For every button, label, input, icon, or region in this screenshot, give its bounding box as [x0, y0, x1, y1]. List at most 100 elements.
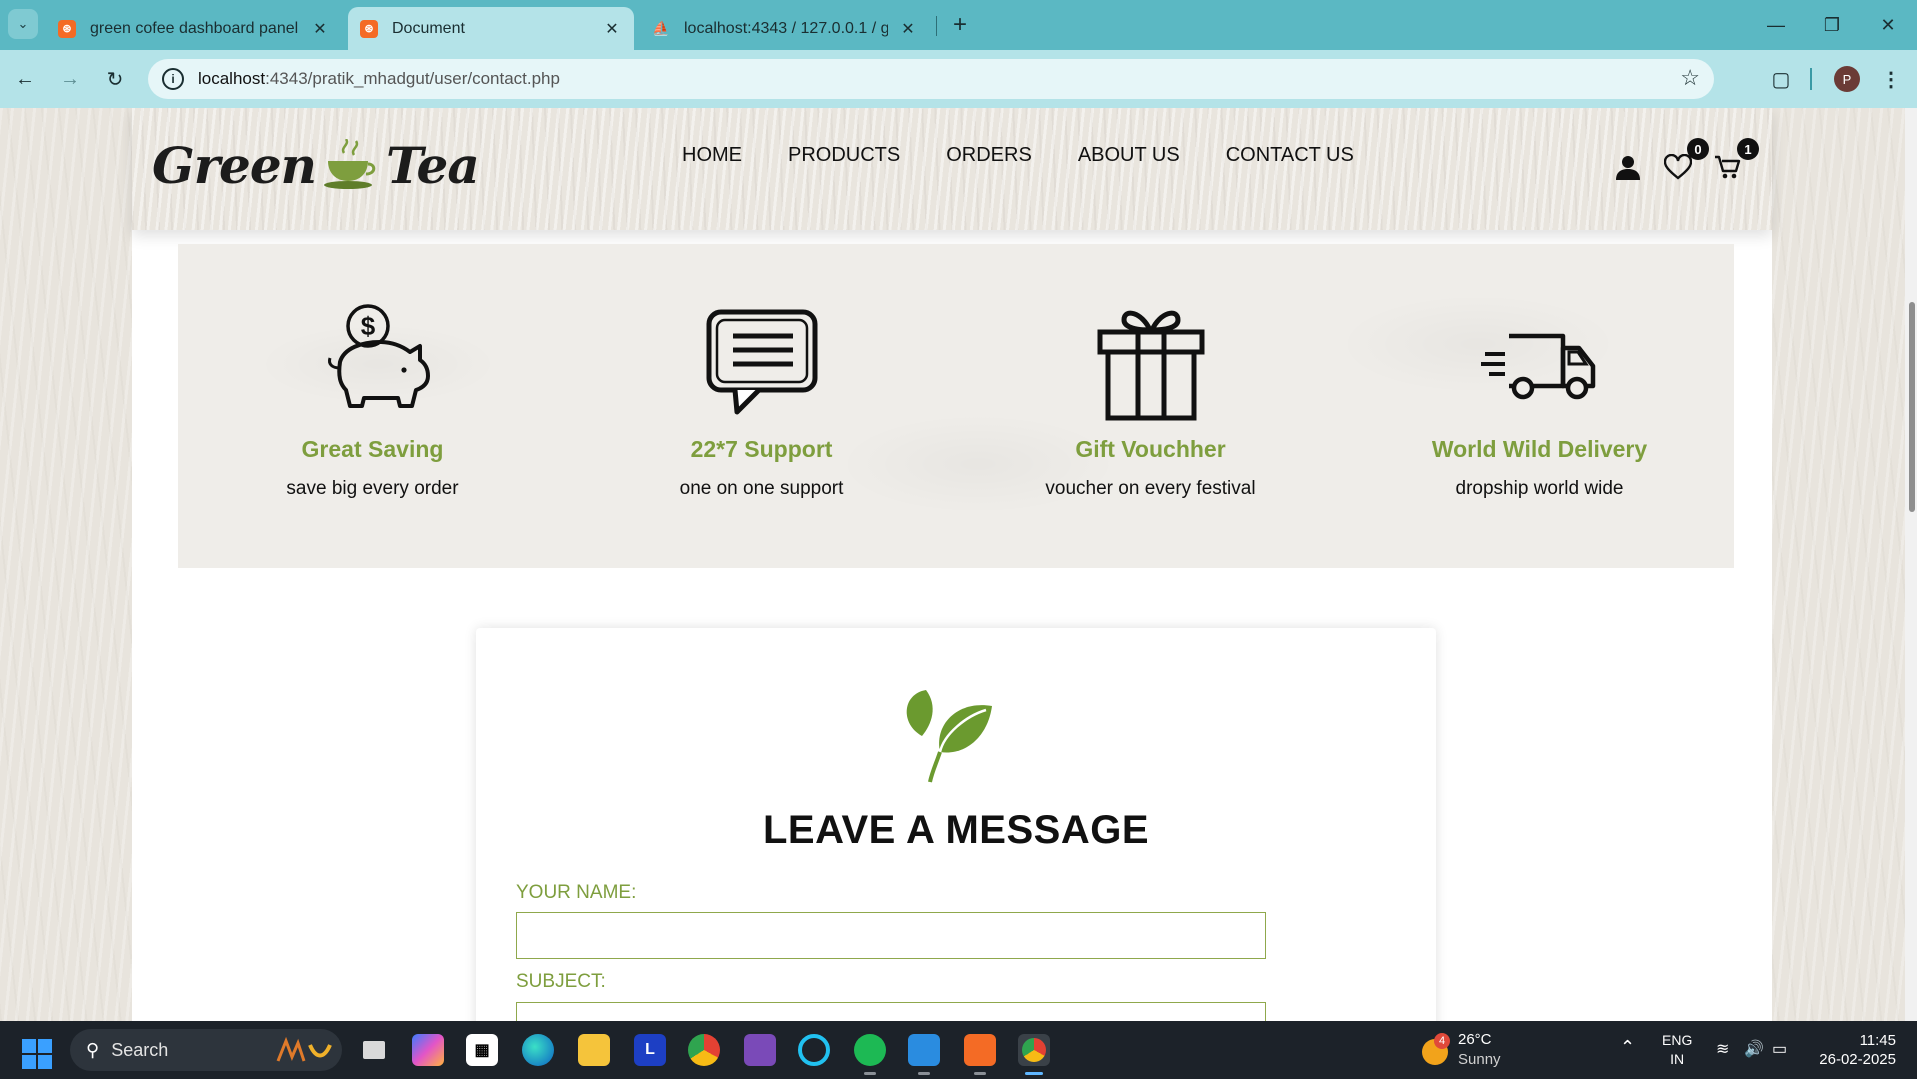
site-header: Green Tea HOME PRODUCTS ORDERS ABOUT US … — [132, 108, 1772, 230]
site-info-icon[interactable]: i — [162, 68, 184, 90]
nav-about-us[interactable]: ABOUT US — [1078, 144, 1180, 167]
system-clock[interactable]: 11:45 26-02-2025 — [1808, 1031, 1896, 1069]
wifi-icon[interactable]: ≋ — [1716, 1039, 1729, 1059]
nav-home[interactable]: HOME — [682, 144, 742, 167]
name-input[interactable] — [516, 912, 1266, 959]
windows-logo-pane — [38, 1055, 52, 1069]
new-tab-button[interactable]: + — [945, 10, 975, 40]
restore-button[interactable]: ❐ — [1804, 0, 1860, 50]
feature-description: dropship world wide — [1455, 478, 1624, 499]
minimize-button[interactable]: — — [1748, 0, 1804, 50]
task-view-icon[interactable] — [358, 1034, 390, 1066]
store-icon[interactable]: ▦ — [466, 1034, 498, 1066]
paint-app-icon[interactable] — [744, 1034, 776, 1066]
xampp-favicon-icon: ⊛ — [360, 19, 378, 38]
nav-products[interactable]: PRODUCTS — [788, 144, 900, 167]
edge-icon[interactable] — [522, 1034, 554, 1066]
close-tab-icon[interactable]: ✕ — [310, 19, 330, 39]
running-indicator — [1025, 1072, 1043, 1075]
subject-label: SUBJECT: — [516, 971, 606, 992]
name-label: YOUR NAME: — [516, 882, 637, 903]
close-tab-icon[interactable]: ✕ — [602, 19, 622, 39]
profile-avatar[interactable]: P — [1834, 66, 1860, 92]
wishlist-button[interactable]: 0 — [1663, 138, 1709, 182]
nav-orders[interactable]: ORDERS — [946, 144, 1032, 167]
extensions-puzzle-icon[interactable]: ▢ — [1766, 64, 1796, 94]
page-viewport: Green Tea HOME PRODUCTS ORDERS ABOUT US … — [0, 108, 1905, 1021]
taskbar-search[interactable]: ⚲ Search — [70, 1029, 342, 1071]
phpmyadmin-favicon-icon: ⛵ — [652, 20, 670, 36]
tab-phpmyadmin[interactable]: ⛵ localhost:4343 / 127.0.0.1 / gre ✕ — [640, 7, 930, 50]
xampp-icon[interactable] — [964, 1034, 996, 1075]
chat-support-icon — [706, 309, 818, 415]
header-icons: 0 1 — [1613, 138, 1763, 182]
forward-button[interactable]: → — [55, 64, 85, 94]
form-title: LEAVE A MESSAGE — [762, 808, 1150, 852]
close-window-button[interactable]: ✕ — [1860, 0, 1916, 50]
browser-menu-icon[interactable]: ⋮ — [1878, 64, 1904, 94]
url-text[interactable]: localhost:4343/pratik_mhadgut/user/conta… — [198, 69, 560, 89]
copilot-icon[interactable] — [412, 1034, 444, 1066]
close-tab-icon[interactable]: ✕ — [898, 19, 918, 39]
vscode-icon[interactable] — [908, 1034, 940, 1075]
page-container: Green Tea HOME PRODUCTS ORDERS ABOUT US … — [132, 108, 1772, 1021]
piggy-bank-icon: $ — [328, 304, 430, 408]
volume-icon[interactable]: 🔊 — [1744, 1039, 1764, 1059]
weather-temp: 26°C — [1458, 1031, 1492, 1048]
feature-description: voucher on every festival — [1045, 478, 1256, 499]
reload-button[interactable]: ↻ — [100, 64, 130, 94]
feature-title: 22*7 Support — [690, 436, 833, 462]
toolbar-divider — [1810, 68, 1812, 90]
tab-document[interactable]: ⊛ Document ✕ — [348, 7, 634, 50]
feature-title: Great Saving — [301, 436, 444, 462]
user-account-button[interactable] — [1613, 152, 1643, 182]
weather-badge: 4 — [1434, 1033, 1450, 1049]
chrome-active-icon[interactable] — [1018, 1034, 1050, 1075]
back-button[interactable]: ← — [10, 64, 40, 94]
gift-icon — [1097, 310, 1205, 421]
close-icon: ✕ — [1880, 14, 1896, 35]
lens-app-icon[interactable]: L — [634, 1034, 666, 1066]
cart-count-badge: 1 — [1737, 138, 1759, 160]
spotify-icon[interactable] — [854, 1034, 886, 1075]
file-explorer-icon[interactable] — [578, 1034, 610, 1066]
bookmark-star-icon[interactable]: ☆ — [1680, 65, 1700, 91]
search-highlight-icon — [276, 1037, 332, 1062]
subject-input[interactable] — [516, 1002, 1266, 1021]
page-scrollbar[interactable] — [1905, 108, 1917, 1021]
chrome-icon[interactable] — [688, 1034, 720, 1066]
alexa-icon[interactable] — [798, 1034, 830, 1066]
language-code: ENG — [1662, 1032, 1693, 1048]
cart-icon — [1715, 155, 1741, 179]
start-button[interactable] — [22, 1039, 52, 1069]
address-bar[interactable]: i localhost:4343/pratik_mhadgut/user/con… — [148, 59, 1714, 99]
tray-overflow-chevron-icon[interactable]: ⌃ — [1620, 1037, 1635, 1058]
tab-dashboard[interactable]: ⊛ green cofee dashboard panel ✕ — [46, 7, 342, 50]
xampp-favicon-icon: ⊛ — [58, 19, 76, 38]
cart-button[interactable]: 1 — [1713, 138, 1759, 182]
browser-tab-bar: ⌄ ⊛ green cofee dashboard panel ✕ ⊛ Docu… — [0, 0, 1917, 50]
main-nav: HOME PRODUCTS ORDERS ABOUT US CONTACT US — [682, 144, 1400, 167]
svg-text:$: $ — [361, 311, 376, 341]
feature-description: save big every order — [286, 478, 459, 499]
windows-logo-pane — [22, 1055, 36, 1069]
user-icon — [1616, 156, 1640, 180]
plus-icon: + — [952, 11, 967, 38]
running-indicator — [974, 1072, 986, 1075]
clock-time: 11:45 — [1859, 1032, 1896, 1049]
windows-logo-icon — [22, 1039, 36, 1053]
running-indicator — [918, 1072, 930, 1075]
scrollbar-thumb[interactable] — [1909, 302, 1915, 512]
url-host: localhost — [198, 69, 266, 88]
nav-contact-us[interactable]: CONTACT US — [1226, 144, 1354, 167]
features-section: $ Great Saving save big every order 22*7… — [178, 244, 1734, 568]
weather-widget[interactable]: 4 26°C Sunny — [1422, 1031, 1562, 1071]
tab-title: green cofee dashboard panel — [90, 19, 299, 37]
tab-search-button[interactable]: ⌄ — [8, 9, 38, 39]
region-code: IN — [1670, 1051, 1685, 1067]
battery-icon[interactable]: ▭ — [1772, 1039, 1787, 1059]
site-logo[interactable]: Green Tea — [152, 130, 480, 200]
language-indicator[interactable]: ENG IN — [1662, 1031, 1692, 1069]
search-icon: ⚲ — [86, 1039, 100, 1060]
feature-gift-voucher: Gift Vouchher voucher on every festival — [956, 244, 1345, 568]
